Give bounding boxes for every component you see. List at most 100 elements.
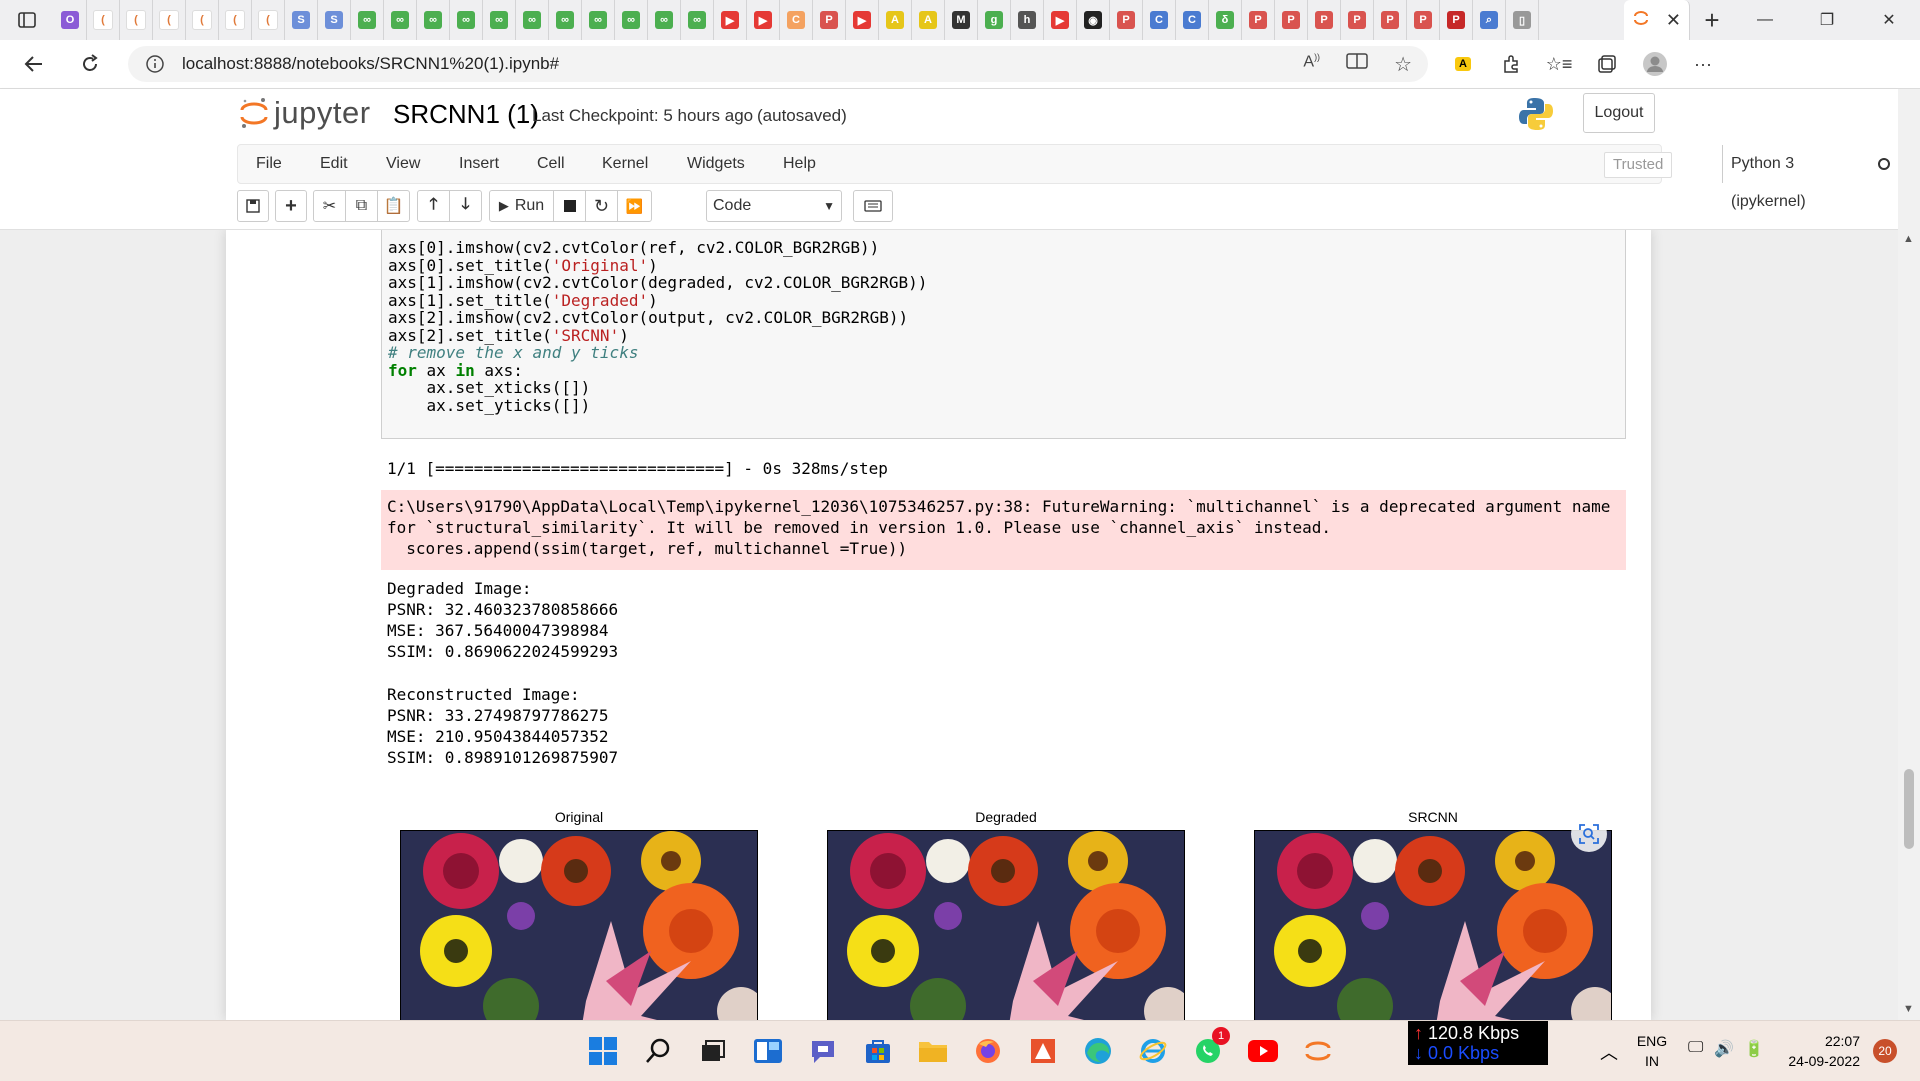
show-hidden-icons-icon[interactable]: ︿	[1600, 1039, 1618, 1065]
browser-tab[interactable]: (	[186, 0, 219, 40]
extension-a-icon[interactable]: A	[1450, 51, 1476, 77]
task-view-icon[interactable]	[693, 1031, 733, 1071]
browser-tab[interactable]: P	[1407, 0, 1440, 40]
kernel-name[interactable]: Python 3 (ipykernel)	[1722, 145, 1806, 210]
browser-tab[interactable]: S	[285, 0, 318, 40]
browser-tab[interactable]: ◉	[1077, 0, 1110, 40]
internet-explorer-icon[interactable]	[1133, 1031, 1173, 1071]
clock-date[interactable]: 24-09-2022	[1780, 1053, 1860, 1069]
browser-tab[interactable]: ∞	[516, 0, 549, 40]
menu-help[interactable]: Help	[783, 145, 816, 183]
paste-icon[interactable]: 📋	[377, 190, 410, 222]
browser-tab[interactable]: P	[1440, 0, 1473, 40]
browser-tab[interactable]: M	[945, 0, 978, 40]
menu-file[interactable]: File	[256, 145, 282, 183]
menu-widgets[interactable]: Widgets	[687, 145, 745, 183]
browser-tab[interactable]: ▶	[846, 0, 879, 40]
whatsapp-icon[interactable]: 1	[1188, 1027, 1230, 1071]
profile-avatar[interactable]	[1642, 51, 1668, 77]
move-up-icon[interactable]: 🡑	[417, 190, 450, 222]
trusted-badge[interactable]: Trusted	[1604, 152, 1673, 178]
browser-tab[interactable]: (	[87, 0, 120, 40]
interrupt-icon[interactable]	[553, 190, 586, 222]
menu-kernel[interactable]: Kernel	[602, 145, 648, 183]
firefox-icon[interactable]	[968, 1031, 1008, 1071]
browser-tab[interactable]: (	[252, 0, 285, 40]
browser-tab[interactable]: ∞	[351, 0, 384, 40]
refresh-icon[interactable]	[66, 40, 114, 88]
immersive-reader-icon[interactable]	[1346, 52, 1368, 77]
browser-tab[interactable]: A	[912, 0, 945, 40]
more-options-icon[interactable]: ···	[1690, 51, 1716, 77]
minimize-icon[interactable]: —	[1734, 0, 1796, 40]
active-tab[interactable]: ✕	[1624, 0, 1690, 40]
site-info-icon[interactable]	[144, 53, 166, 75]
browser-tab[interactable]: S	[318, 0, 351, 40]
favorites-icon[interactable]: ☆≡	[1546, 51, 1573, 77]
cut-icon[interactable]: ✂	[313, 190, 346, 222]
cell-type-select[interactable]: Code ▼	[706, 190, 842, 222]
browser-tab[interactable]: ⌕	[1473, 0, 1506, 40]
tab-actions-menu-icon[interactable]	[0, 0, 54, 40]
new-tab-button[interactable]: +	[1690, 0, 1734, 40]
scroll-down-icon[interactable]: ▼	[1903, 1003, 1914, 1015]
keyboard-shortcuts-icon[interactable]	[853, 190, 893, 222]
browser-tab[interactable]: C	[1176, 0, 1209, 40]
restart-icon[interactable]: ↻	[585, 190, 618, 222]
language-primary[interactable]: ENG	[1636, 1033, 1668, 1049]
browser-tab[interactable]: ∞	[417, 0, 450, 40]
browser-tab[interactable]: ∞	[681, 0, 714, 40]
file-explorer-icon[interactable]	[913, 1031, 953, 1071]
browser-tab[interactable]: C	[1143, 0, 1176, 40]
browser-tab[interactable]: P	[1242, 0, 1275, 40]
warning-app-icon[interactable]	[1023, 1031, 1063, 1071]
jupyter-logo[interactable]: jupyter	[240, 95, 371, 131]
back-icon[interactable]	[10, 40, 58, 88]
insert-cell-icon[interactable]: +	[275, 190, 307, 222]
browser-tab[interactable]: ∞	[483, 0, 516, 40]
visual-search-icon[interactable]	[1571, 816, 1607, 852]
restore-icon[interactable]: ❐	[1796, 0, 1858, 40]
browser-tab[interactable]: ∞	[648, 0, 681, 40]
extensions-icon[interactable]	[1498, 51, 1524, 77]
browser-tab[interactable]: ∞	[450, 0, 483, 40]
browser-tab[interactable]: δ	[1209, 0, 1242, 40]
clock-time[interactable]: 22:07	[1780, 1033, 1860, 1049]
browser-tab[interactable]: ∞	[582, 0, 615, 40]
scroll-up-icon[interactable]: ▲	[1903, 233, 1914, 245]
browser-tab[interactable]: ▯	[1506, 0, 1539, 40]
run-button[interactable]: ▶ Run	[489, 190, 554, 222]
close-tab-icon[interactable]: ✕	[1666, 10, 1681, 31]
code-cell[interactable]: axs[0].imshow(cv2.cvtColor(ref, cv2.COLO…	[381, 230, 1626, 439]
menu-edit[interactable]: Edit	[320, 145, 348, 183]
notification-count-badge[interactable]: 20	[1873, 1039, 1897, 1063]
browser-tab[interactable]: g	[978, 0, 1011, 40]
menu-insert[interactable]: Insert	[459, 145, 499, 183]
browser-tab[interactable]: ∞	[615, 0, 648, 40]
browser-tab[interactable]: h	[1011, 0, 1044, 40]
browser-tab[interactable]: (	[219, 0, 252, 40]
collections-icon[interactable]	[1594, 51, 1620, 77]
add-favorite-icon[interactable]: ☆	[1394, 52, 1412, 77]
widgets-icon[interactable]	[748, 1031, 788, 1071]
browser-tab[interactable]: O	[54, 0, 87, 40]
microsoft-store-icon[interactable]	[858, 1031, 898, 1071]
save-icon[interactable]	[237, 190, 269, 222]
youtube-icon[interactable]	[1243, 1031, 1283, 1071]
page-scrollbar[interactable]: ▲ ▼	[1898, 89, 1920, 1020]
network-icon[interactable]: 🖵	[1688, 1039, 1703, 1057]
language-secondary[interactable]: IN	[1636, 1053, 1668, 1069]
browser-tab[interactable]: P	[813, 0, 846, 40]
browser-tab[interactable]: P	[1374, 0, 1407, 40]
browser-tab[interactable]: P	[1275, 0, 1308, 40]
restart-run-all-icon[interactable]: ⏩	[617, 190, 652, 222]
read-aloud-icon[interactable]: A))	[1303, 52, 1320, 77]
move-down-icon[interactable]: 🡓	[449, 190, 482, 222]
search-icon[interactable]	[638, 1031, 678, 1071]
browser-tab[interactable]: ∞	[549, 0, 582, 40]
browser-tab[interactable]: C	[780, 0, 813, 40]
browser-tab[interactable]: ▶	[747, 0, 780, 40]
browser-tab[interactable]: P	[1110, 0, 1143, 40]
menu-cell[interactable]: Cell	[537, 145, 565, 183]
volume-icon[interactable]: 🔊	[1714, 1039, 1734, 1059]
